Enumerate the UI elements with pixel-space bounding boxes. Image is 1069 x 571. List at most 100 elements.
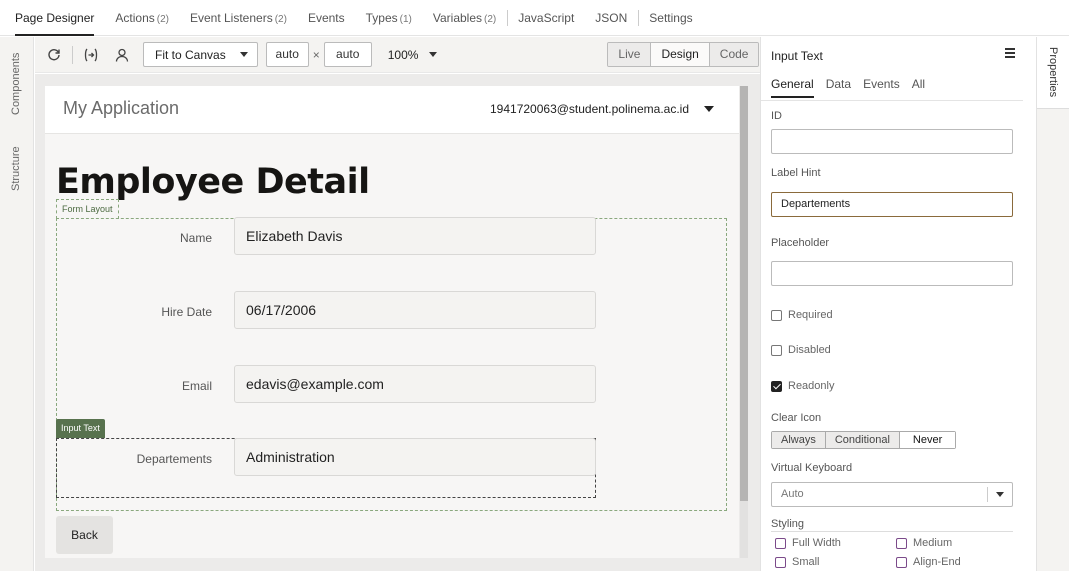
design-mode-button[interactable]: Design (651, 43, 710, 66)
tab-divider (507, 9, 509, 26)
tab-events[interactable]: Events (308, 0, 345, 36)
tab-label: JavaScript (518, 10, 575, 25)
tab-actions[interactable]: Actions (2) (115, 0, 169, 36)
chevron-down-icon (239, 52, 248, 57)
tab-count: (2) (484, 13, 497, 25)
checkbox-icon (771, 309, 782, 321)
readonly-label: Readonly (788, 380, 835, 392)
zoom-select[interactable]: 100% (388, 48, 438, 62)
small-checkbox[interactable]: Small (775, 556, 820, 568)
departements-label: Departements (136, 452, 212, 466)
user-menu-chevron-icon[interactable] (704, 106, 714, 112)
tab-variables[interactable]: Variables (2) (433, 0, 496, 36)
zoom-value: 100% (387, 47, 419, 62)
email-field[interactable]: edavis@example.com (234, 365, 596, 403)
virtual-keyboard-select[interactable]: Auto (771, 482, 1013, 507)
fit-select-value: Fit to Canvas (155, 47, 226, 62)
refresh-icon[interactable] (45, 46, 63, 64)
align-end-checkbox[interactable]: Align-End (896, 556, 961, 568)
tab-label: Actions (115, 10, 155, 25)
full-width-checkbox[interactable]: Full Width (775, 537, 841, 549)
tab-count: (2) (274, 13, 287, 25)
tab-label: Settings (649, 10, 693, 25)
back-button[interactable]: Back (56, 516, 113, 554)
placeholder-label: Placeholder (771, 237, 830, 249)
clear-always-button[interactable]: Always (772, 432, 826, 448)
fit-to-canvas-select[interactable]: Fit to Canvas (143, 42, 258, 67)
page-title: Employee Detail (56, 162, 370, 202)
tab-label: JSON (595, 10, 628, 25)
input-text-tag[interactable]: Input Text (56, 419, 105, 438)
email-label: Email (181, 379, 212, 393)
tab-event-listeners[interactable]: Event Listeners (2) (190, 0, 287, 36)
name-field[interactable]: Elizabeth Davis (234, 217, 596, 255)
tab-events[interactable]: Events (863, 77, 900, 98)
id-input[interactable] (771, 129, 1013, 154)
tab-types[interactable]: Types (1) (366, 0, 412, 36)
tab-page-designer[interactable]: Page Designer (15, 0, 95, 36)
checkbox-icon (771, 344, 782, 356)
form-layout-tag[interactable]: Form Layout (56, 199, 119, 219)
full-width-label: Full Width (792, 537, 841, 549)
label-hint-input[interactable]: Departements (771, 192, 1013, 217)
tab-all[interactable]: All (912, 77, 925, 98)
required-checkbox[interactable]: Required (771, 309, 833, 321)
tab-divider (638, 9, 640, 26)
tab-json[interactable]: JSON (595, 0, 627, 36)
small-label: Small (792, 556, 820, 568)
tab-count: (1) (399, 13, 412, 25)
styling-label: Styling (771, 518, 805, 530)
times-symbol: × (312, 47, 320, 62)
hire-date-field[interactable]: 06/17/2006 (234, 291, 596, 329)
left-rail: Components Structure (0, 37, 34, 571)
properties-rail-tab[interactable]: Properties (1037, 37, 1069, 109)
code-mode-button[interactable]: Code (709, 43, 759, 66)
mode-switcher: Live Design Code (607, 42, 760, 67)
medium-checkbox[interactable]: Medium (896, 537, 952, 549)
canvas-width-input[interactable]: auto (265, 42, 309, 67)
components-rail-tab[interactable]: Components (10, 53, 22, 115)
toolbar-divider (72, 45, 73, 64)
clear-never-button[interactable]: Never (899, 432, 956, 448)
tab-label: Event Listeners (189, 10, 273, 25)
tab-javascript[interactable]: JavaScript (518, 0, 574, 36)
chevron-down-icon (996, 492, 1004, 497)
properties-panel: Input Text General Data Events All ID La… (760, 37, 1036, 571)
required-label: Required (788, 309, 833, 321)
live-mode-button[interactable]: Live (608, 43, 652, 66)
checkbox-icon (775, 537, 786, 549)
variable-icon[interactable] (82, 46, 100, 64)
checkbox-icon (896, 556, 907, 568)
name-label: Name (179, 231, 212, 245)
tab-general[interactable]: General (771, 77, 814, 98)
clear-icon-label: Clear Icon (771, 412, 822, 424)
disabled-checkbox[interactable]: Disabled (771, 344, 831, 356)
align-end-label: Align-End (913, 556, 961, 568)
tab-label: Events (307, 10, 345, 25)
tab-label: Types (365, 10, 398, 25)
disabled-label: Disabled (788, 344, 831, 356)
tab-settings[interactable]: Settings (649, 0, 692, 36)
right-rail: Properties (1036, 37, 1069, 571)
medium-label: Medium (913, 537, 953, 549)
select-divider (987, 487, 988, 502)
clear-icon-switcher: Always Conditional Never (771, 431, 957, 449)
tabs-divider (761, 100, 1023, 101)
app-header: My Application 1941720063@student.poline… (45, 86, 739, 134)
tab-count: (2) (156, 13, 169, 25)
user-menu-label[interactable]: 1941720063@student.polinema.ac.id (490, 102, 689, 116)
page-preview: My Application 1941720063@student.poline… (45, 86, 739, 558)
canvas-scrollbar[interactable] (740, 86, 748, 558)
user-icon[interactable] (113, 46, 131, 64)
canvas-scrollbar-thumb[interactable] (740, 86, 748, 501)
departements-field[interactable]: Administration (234, 438, 596, 476)
structure-rail-tab[interactable]: Structure (10, 146, 22, 191)
placeholder-input[interactable] (771, 261, 1013, 286)
tab-data[interactable]: Data (826, 77, 851, 98)
app-title: My Application (63, 98, 180, 118)
canvas-height-input[interactable]: auto (323, 42, 372, 67)
readonly-checkbox[interactable]: Readonly (771, 380, 834, 392)
menu-icon[interactable] (1005, 48, 1015, 58)
clear-conditional-button[interactable]: Conditional (825, 432, 900, 448)
id-label: ID (771, 110, 782, 122)
